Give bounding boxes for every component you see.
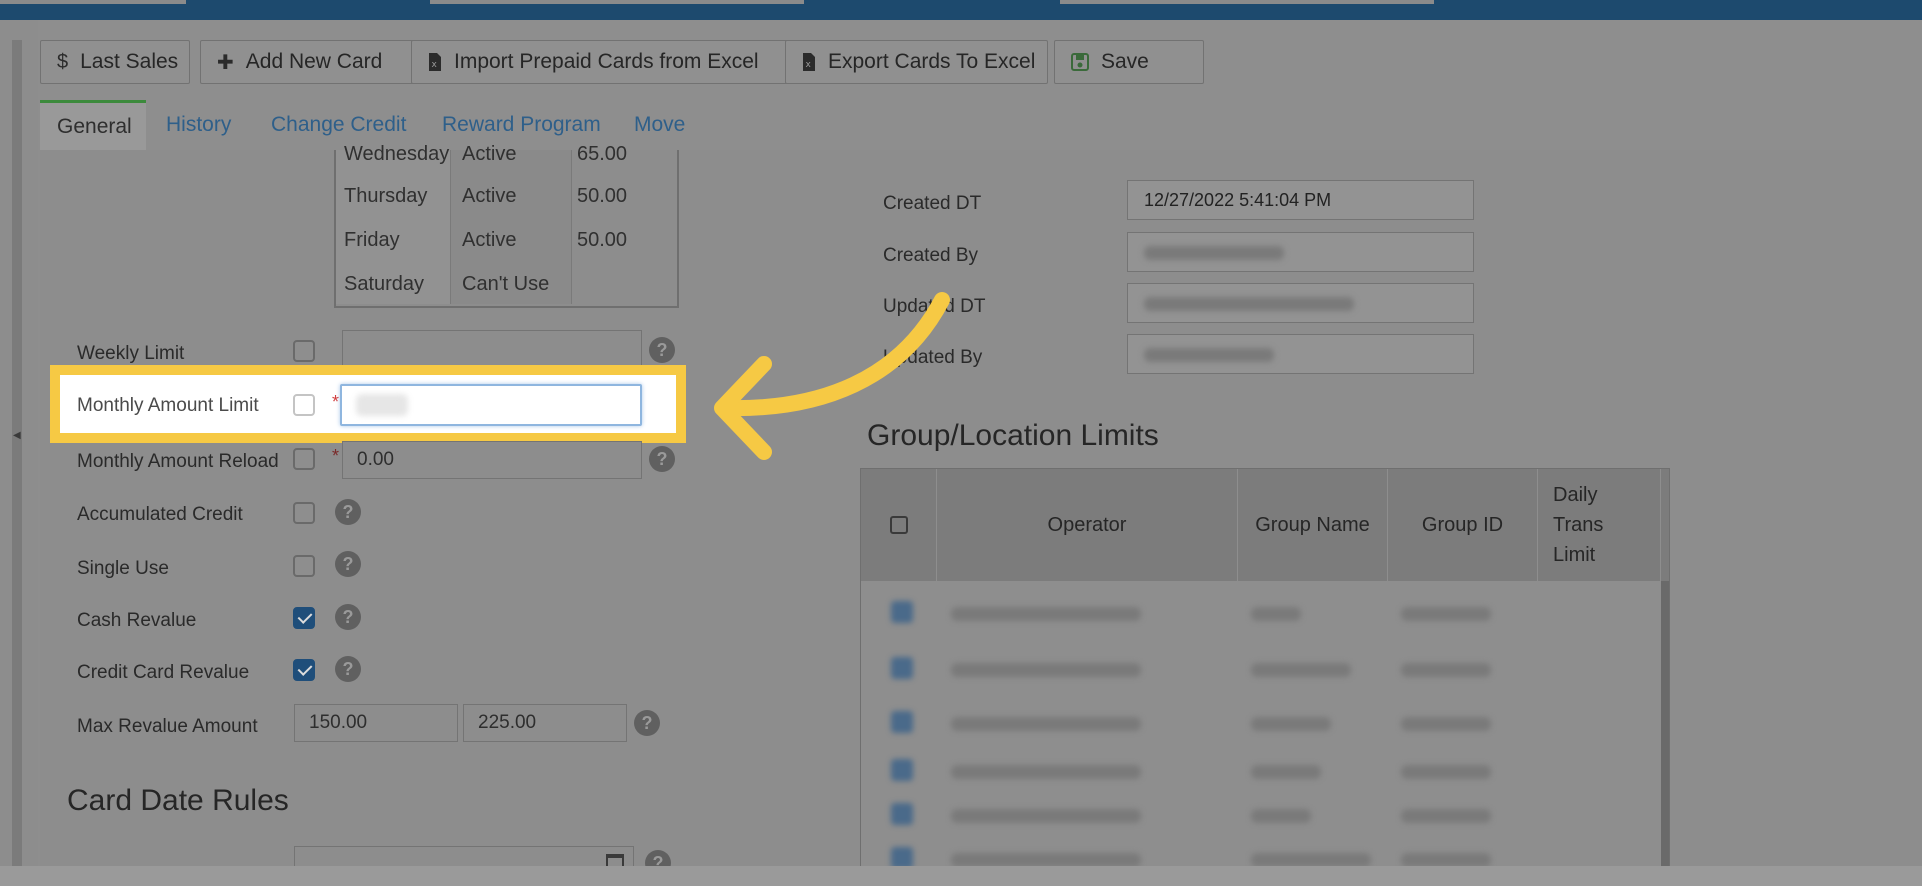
callout-arrow-icon	[714, 292, 950, 460]
